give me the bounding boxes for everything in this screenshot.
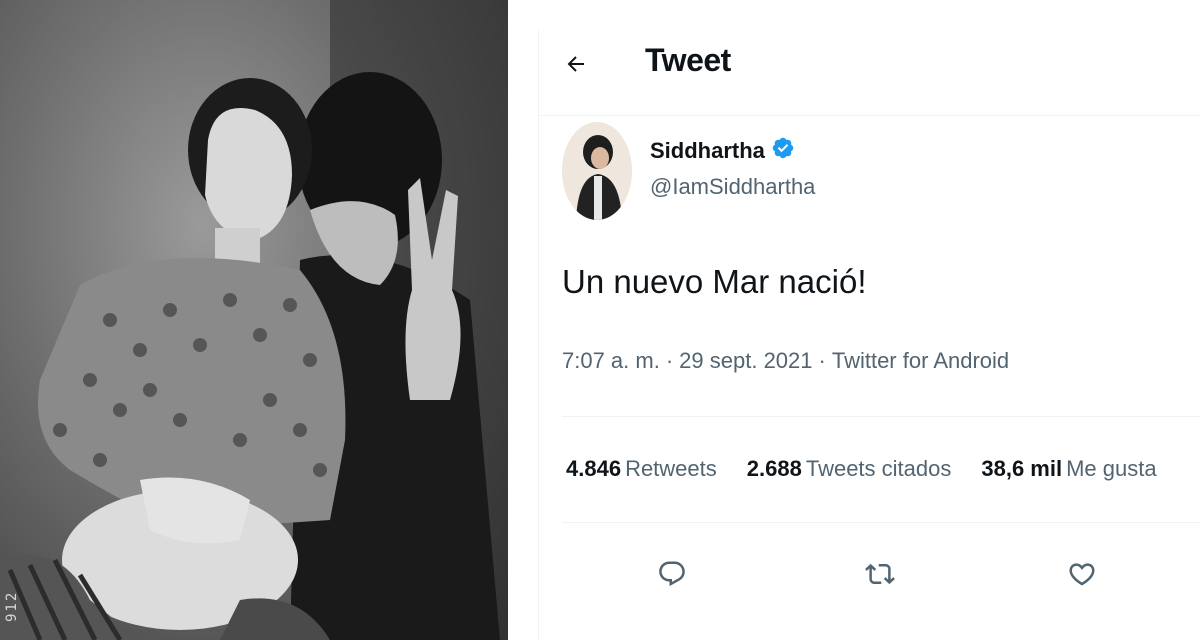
retweets-label: Retweets — [625, 456, 717, 481]
meta-separator: · — [665, 348, 674, 373]
tweet-text: Un nuevo Mar nació! — [562, 263, 867, 300]
author-name-text: Siddhartha — [650, 138, 765, 163]
author-handle[interactable]: @IamSiddhartha — [650, 174, 815, 200]
divider — [562, 522, 1200, 523]
photo-watermark: 912 — [4, 590, 20, 622]
retweets-stat[interactable]: 4.846 Retweets — [566, 456, 717, 482]
like-button[interactable] — [1060, 554, 1104, 598]
page-title: Tweet — [645, 42, 731, 78]
retweets-count: 4.846 — [566, 456, 622, 481]
tweet-source[interactable]: Twitter for Android — [832, 348, 1009, 373]
composite-image: 912 Tweet Siddhartha @IamSiddhartha Un n… — [0, 0, 1200, 640]
tweet-author[interactable]: Siddhartha @IamSiddhartha — [560, 122, 1160, 222]
tweet-date[interactable]: 29 sept. 2021 — [679, 348, 812, 373]
back-button[interactable] — [556, 46, 596, 86]
column-border — [538, 30, 539, 640]
retweet-button[interactable] — [858, 554, 902, 598]
tweet-stats: 4.846 Retweets 2.688 Tweets citados 38,6 m… — [566, 456, 1157, 482]
author-name[interactable]: Siddhartha — [650, 136, 795, 166]
arrow-left-icon — [564, 52, 588, 81]
heart-icon — [1067, 559, 1097, 594]
likes-count: 38,6 mil — [981, 456, 1063, 481]
reply-icon — [657, 559, 687, 594]
likes-label: Me gusta — [1066, 456, 1157, 481]
divider — [562, 416, 1200, 417]
couple-photo: 912 — [0, 0, 508, 640]
meta-separator: · — [818, 348, 826, 373]
quotes-stat[interactable]: 2.688 Tweets citados — [747, 456, 952, 482]
tweet-metadata: 7:07 a. m. · 29 sept. 2021 · Twitter for And… — [562, 348, 1009, 374]
reply-button[interactable] — [650, 554, 694, 598]
tweet-card: Tweet Siddhartha @IamSiddhartha Un nuevo… — [508, 0, 1200, 640]
avatar[interactable] — [562, 122, 632, 220]
retweet-icon — [865, 559, 895, 594]
tweet-time[interactable]: 7:07 a. m. — [562, 348, 660, 373]
tweet-actions — [562, 548, 1200, 604]
tweet-header: Tweet — [538, 30, 1200, 116]
verified-badge-icon — [771, 136, 795, 166]
quotes-count: 2.688 — [746, 456, 802, 481]
couple-photo-illustration — [0, 0, 508, 640]
quotes-label: Tweets citados — [805, 456, 952, 481]
likes-stat[interactable]: 38,6 mil Me gusta — [981, 456, 1156, 482]
